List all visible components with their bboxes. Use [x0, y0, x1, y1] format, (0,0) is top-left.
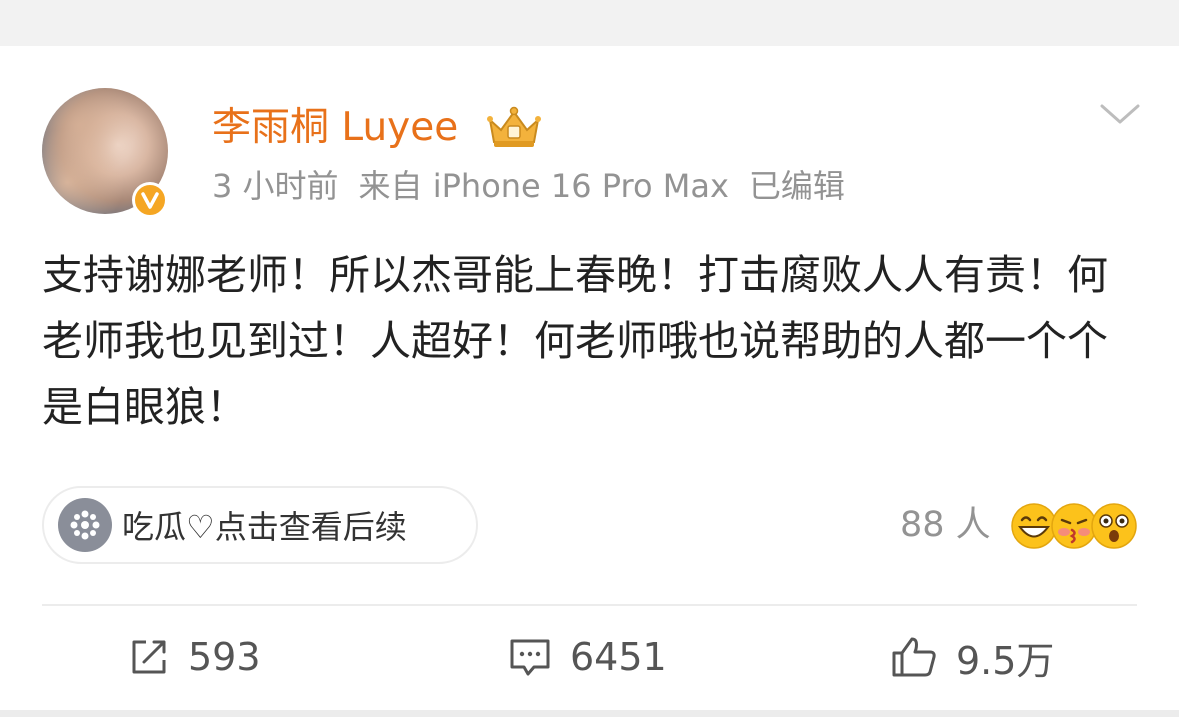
thumbs-up-icon	[892, 637, 936, 677]
topic-flower-icon	[58, 498, 112, 552]
verified-v-icon	[132, 182, 168, 218]
edited-label[interactable]: 已编辑	[749, 167, 845, 205]
topic-pill[interactable]: 吃瓜♡点击查看后续	[42, 486, 478, 564]
post-meta: 3 小时前 来自 iPhone 16 Pro Max 已编辑	[212, 166, 865, 206]
top-separator	[0, 0, 1179, 46]
comment-icon	[510, 639, 550, 676]
comment-button[interactable]: 6451	[508, 632, 667, 682]
weibo-post-card: 李雨桐 Luyee 3 小时前 来自 iPhone 16 Pro Max 已编辑 支…	[0, 46, 1179, 710]
repost-count: 593	[188, 635, 261, 679]
surprised-emoji-icon[interactable]	[1090, 502, 1138, 550]
username[interactable]: 李雨桐 Luyee	[212, 104, 458, 152]
like-button[interactable]: 9.5万	[890, 632, 1055, 683]
post-text: 支持谢娜老师！所以杰哥能上春晚！打击腐败人人有责！何老师我也见到过！人超好！何老…	[42, 251, 1108, 431]
divider	[42, 604, 1137, 606]
topic-label: 吃瓜♡点击查看后续	[122, 508, 407, 546]
repost-button[interactable]: 593	[128, 632, 261, 682]
bottom-separator	[0, 710, 1179, 717]
post-source: 来自 iPhone 16 Pro Max	[358, 167, 729, 205]
post-time: 3 小时前	[212, 167, 339, 205]
comment-count: 6451	[570, 635, 667, 679]
like-count: 9.5万	[956, 638, 1055, 683]
reaction-count[interactable]: 88 人	[900, 504, 991, 546]
chevron-down-icon[interactable]	[1098, 100, 1142, 128]
avatar[interactable]	[42, 88, 168, 218]
repost-icon	[132, 640, 166, 674]
crown-member-icon[interactable]	[486, 106, 542, 150]
